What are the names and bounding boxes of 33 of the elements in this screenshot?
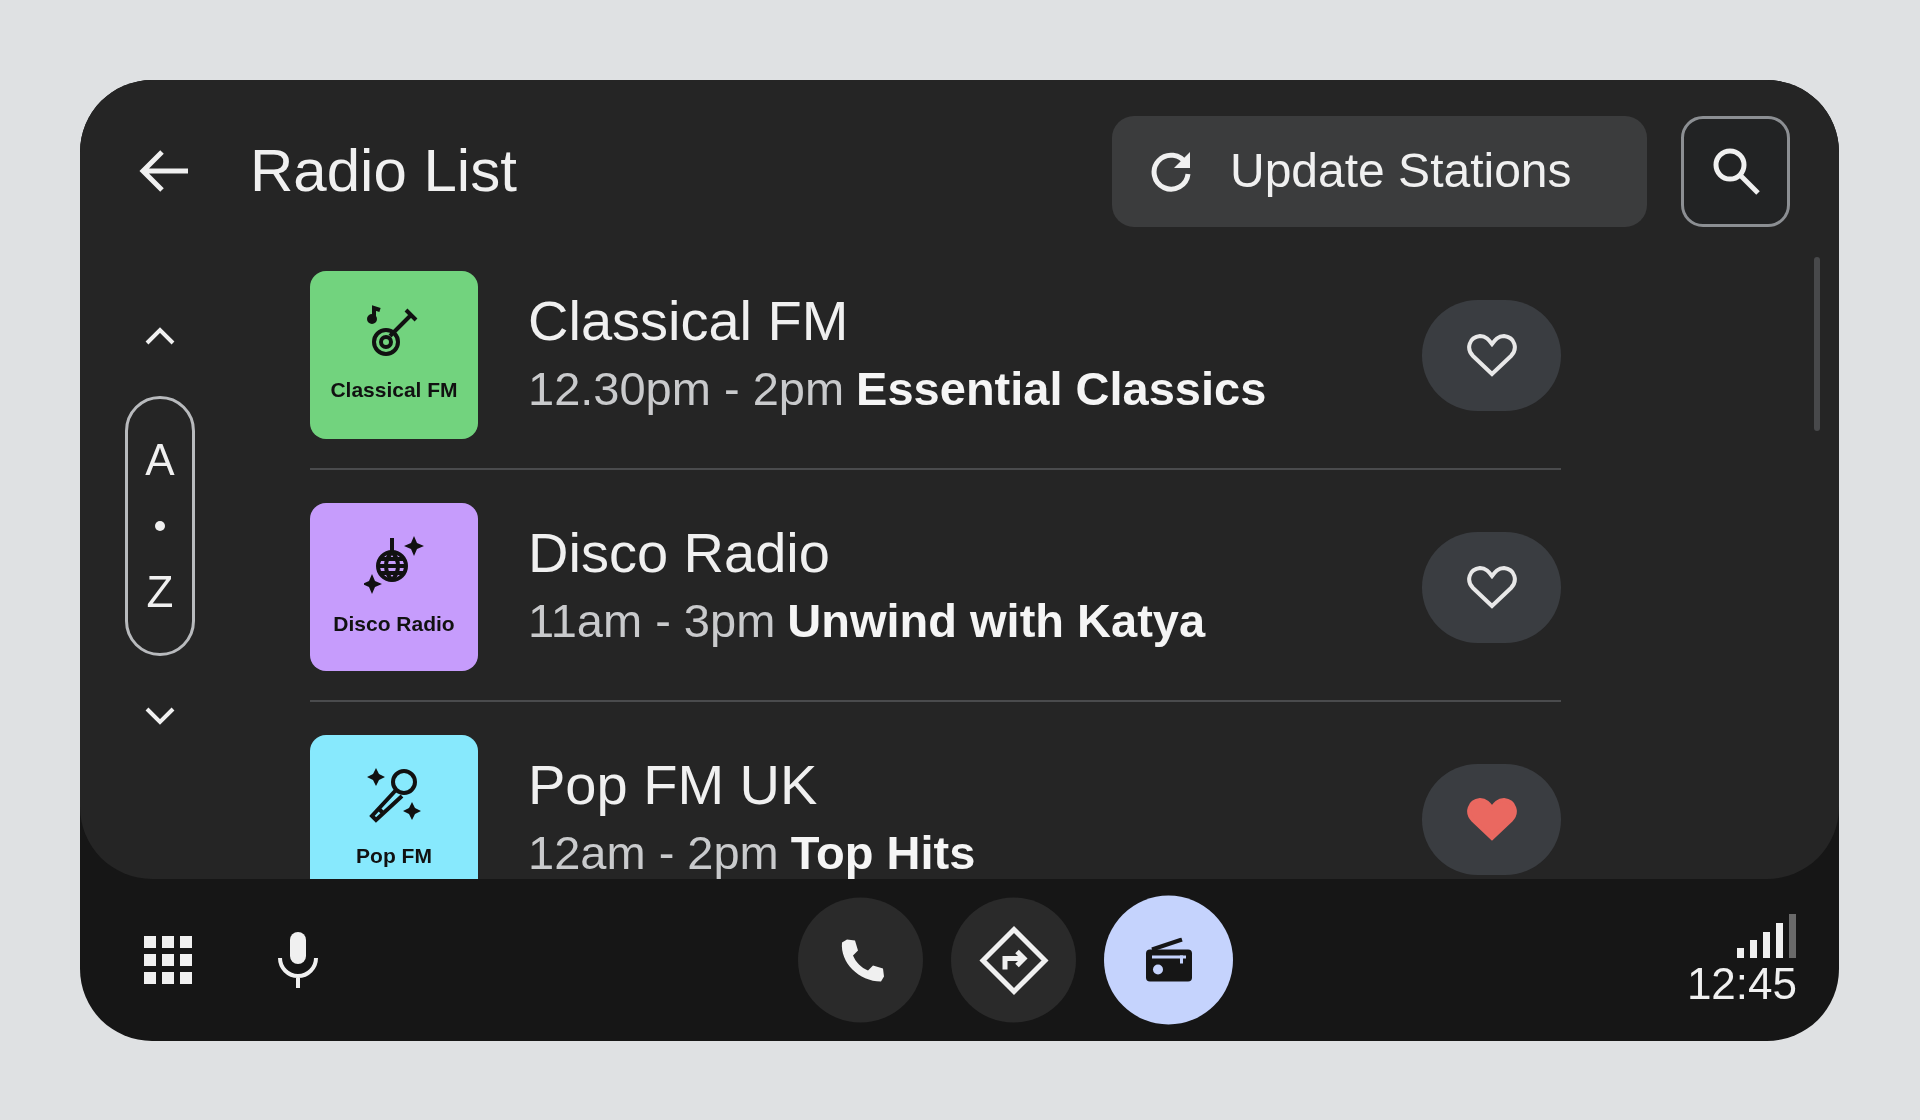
station-logo-label: Pop FM: [356, 843, 432, 870]
signal-icon: [1737, 914, 1797, 958]
search-button[interactable]: [1681, 115, 1790, 227]
radio-icon: [1143, 937, 1194, 983]
back-button[interactable]: [138, 149, 190, 193]
station-logo-label: Disco Radio: [333, 611, 455, 638]
show-title: Top Hits: [790, 825, 976, 879]
microphone-button[interactable]: [276, 930, 320, 990]
app-grid-icon: [144, 936, 192, 984]
update-stations-button[interactable]: Update Stations: [1112, 115, 1647, 227]
show-time: 12.30pm - 2pm: [528, 361, 845, 415]
index-letter: Z: [146, 566, 174, 618]
show-time: 11am - 3pm: [528, 593, 776, 647]
app-grid-button[interactable]: [144, 936, 192, 984]
show-title: Unwind with Katya: [787, 593, 1206, 647]
alphabet-scroller[interactable]: A Z: [125, 396, 195, 656]
chevron-down-icon: [144, 706, 176, 726]
station-name[interactable]: Classical FM: [528, 287, 1422, 355]
show-time: 12am - 2pm: [528, 825, 779, 879]
scroll-down-button[interactable]: [144, 706, 176, 726]
index-letter: A: [145, 434, 175, 486]
dot-icon: [155, 521, 165, 531]
station-logo-label: Classical FM: [330, 377, 458, 404]
scroll-up-button[interactable]: [144, 326, 176, 346]
station-name[interactable]: Pop FM UK: [528, 751, 1422, 819]
show-title: Essential Classics: [856, 361, 1267, 415]
clock-time: 12:45: [1686, 962, 1797, 1006]
station-name[interactable]: Disco Radio: [528, 519, 1422, 587]
chevron-up-icon: [144, 326, 176, 346]
back-arrow-icon: [138, 149, 190, 193]
page-title: Radio List: [250, 136, 517, 206]
microphone-icon: [276, 930, 320, 990]
directions-sign-icon: [978, 925, 1049, 995]
